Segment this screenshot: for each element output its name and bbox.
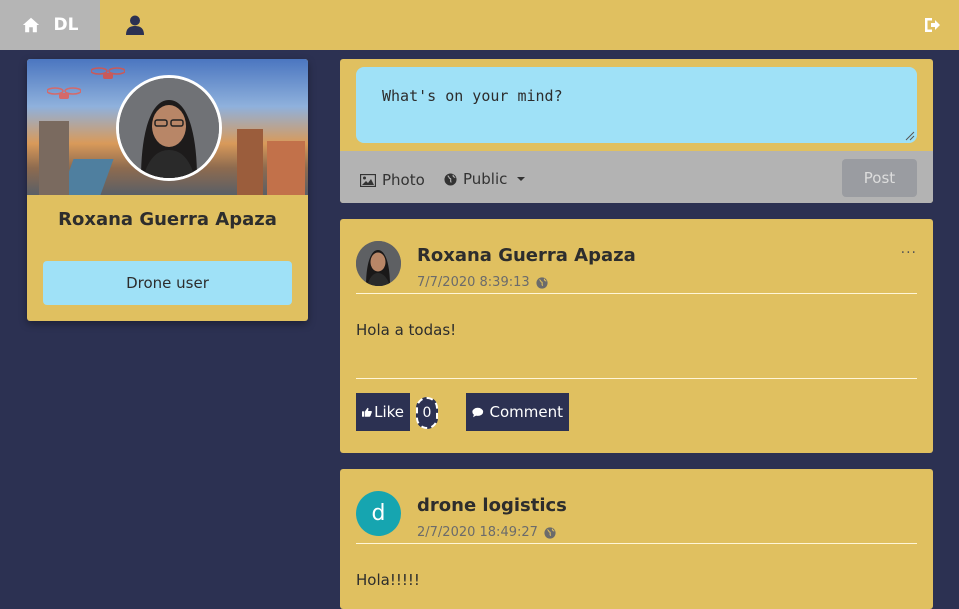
composer-toolbar: Photo Public Post — [340, 151, 933, 203]
comment-button[interactable]: Comment — [466, 393, 569, 431]
user-icon[interactable] — [124, 14, 146, 36]
drone-image — [91, 67, 125, 79]
image-icon — [360, 173, 376, 187]
comment-icon — [472, 407, 484, 417]
globe-icon — [536, 276, 548, 289]
like-label: Like — [374, 403, 404, 421]
drone-user-button[interactable]: Drone user — [43, 261, 292, 305]
divider — [356, 293, 917, 294]
comment-label: Comment — [489, 403, 564, 421]
post-options-icon[interactable]: ··· — [901, 245, 917, 261]
post-body: Hola a todas! — [356, 321, 457, 339]
globe-icon — [444, 172, 457, 186]
post-timestamp: 7/7/2020 8:39:13 — [417, 275, 548, 290]
top-navbar: DL — [0, 0, 959, 50]
post-author-name[interactable]: drone logistics — [417, 495, 567, 516]
caret-down-icon — [517, 177, 526, 181]
drone-image — [47, 87, 81, 99]
photo-button[interactable]: Photo — [360, 171, 425, 189]
post-body: Hola!!!!! — [356, 571, 420, 589]
divider — [356, 543, 917, 544]
status-input[interactable] — [356, 67, 917, 143]
globe-icon — [544, 526, 556, 539]
thumbs-up-icon — [362, 407, 372, 417]
post-author-avatar[interactable]: d — [356, 491, 401, 536]
resize-grip-icon[interactable] — [905, 131, 915, 141]
home-link[interactable]: DL — [0, 0, 100, 50]
post-card: d drone logistics 2/7/2020 18:49:27 Hola… — [340, 469, 933, 609]
profile-card: Roxana Guerra Apaza Drone user — [27, 59, 308, 321]
profile-avatar[interactable] — [116, 75, 222, 181]
post-author-avatar[interactable] — [356, 241, 401, 286]
privacy-dropdown[interactable]: Public — [444, 170, 529, 188]
timestamp-text: 7/7/2020 8:39:13 — [417, 275, 530, 290]
home-icon — [22, 17, 39, 33]
post-timestamp: 2/7/2020 18:49:27 — [417, 525, 556, 540]
brand-label: DL — [53, 15, 79, 35]
sign-out-icon[interactable] — [923, 16, 941, 34]
photo-label: Photo — [382, 171, 425, 189]
divider — [356, 378, 917, 379]
post-author-name[interactable]: Roxana Guerra Apaza — [417, 245, 636, 266]
like-count-badge[interactable]: 0 — [416, 397, 438, 429]
post-button[interactable]: Post — [842, 159, 917, 197]
privacy-label: Public — [463, 170, 508, 188]
post-composer: Photo Public Post — [340, 59, 933, 203]
post-card: Roxana Guerra Apaza ··· 7/7/2020 8:39:13… — [340, 219, 933, 453]
profile-name: Roxana Guerra Apaza — [58, 209, 277, 230]
timestamp-text: 2/7/2020 18:49:27 — [417, 525, 538, 540]
like-button[interactable]: Like — [356, 393, 410, 431]
